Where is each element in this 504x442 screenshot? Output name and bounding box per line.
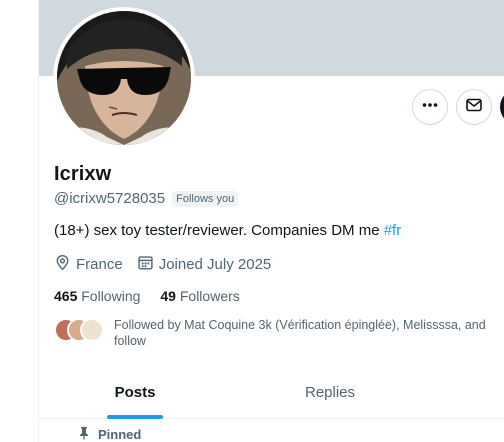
pinned-label: Pinned [98, 427, 142, 442]
follower-avatar [80, 318, 104, 342]
profile-tabs: Posts Replies [39, 366, 504, 419]
location-pin-icon [54, 254, 71, 275]
message-button[interactable] [456, 89, 492, 125]
followers-link[interactable]: 49 Followers [160, 288, 239, 304]
more-options-button[interactable] [412, 89, 448, 125]
profile-bio: (18+) sex toy tester/reviewer. Companies… [54, 222, 401, 239]
follow-counts: 465 Following 49 Followers [54, 288, 260, 304]
profile-page: Icrixw @icrixw5728035 Follows you (18+) … [0, 0, 504, 442]
followers-count: 49 [160, 288, 176, 304]
tab-replies[interactable]: Replies [231, 366, 429, 419]
followed-by-text: Followed by Mat Coquine 3k (Vérification… [114, 317, 504, 349]
followed-by-line2: follow [114, 334, 146, 348]
calendar-icon [137, 254, 154, 275]
avatar-image [57, 11, 191, 145]
handle-row: @icrixw5728035 Follows you [54, 190, 239, 207]
follows-you-badge: Follows you [172, 190, 239, 207]
mail-icon [465, 96, 483, 119]
pin-icon [78, 426, 90, 442]
following-count: 465 [54, 288, 78, 304]
pinned-indicator: Pinned [78, 426, 141, 442]
follow-back-button[interactable] [500, 89, 504, 125]
tab-posts-label: Posts [114, 384, 156, 401]
profile-avatar[interactable] [53, 7, 195, 149]
location-item: France [54, 254, 123, 275]
active-tab-indicator [107, 415, 163, 419]
bio-hashtag-link[interactable]: #fr [384, 222, 402, 239]
tab-replies-label: Replies [304, 384, 356, 401]
joined-date-text: Joined July 2025 [158, 256, 272, 273]
user-handle: @icrixw5728035 [54, 190, 166, 207]
profile-meta: France Joined July 2025 [54, 254, 285, 275]
following-label: Following [81, 288, 141, 304]
followed-by-row[interactable]: Followed by Mat Coquine 3k (Vérification… [54, 317, 504, 349]
followers-label: Followers [179, 288, 240, 304]
joined-item: Joined July 2025 [137, 254, 272, 275]
display-name: Icrixw [54, 163, 112, 185]
bio-text: (18+) sex toy tester/reviewer. Companies… [54, 222, 384, 239]
followed-by-line1: Followed by Mat Coquine 3k (Vérification… [114, 318, 486, 332]
more-icon [421, 96, 439, 119]
follower-avatars [54, 317, 106, 343]
following-link[interactable]: 465 Following [54, 288, 140, 304]
tab-posts[interactable]: Posts [39, 366, 231, 419]
location-text: France [76, 256, 123, 273]
